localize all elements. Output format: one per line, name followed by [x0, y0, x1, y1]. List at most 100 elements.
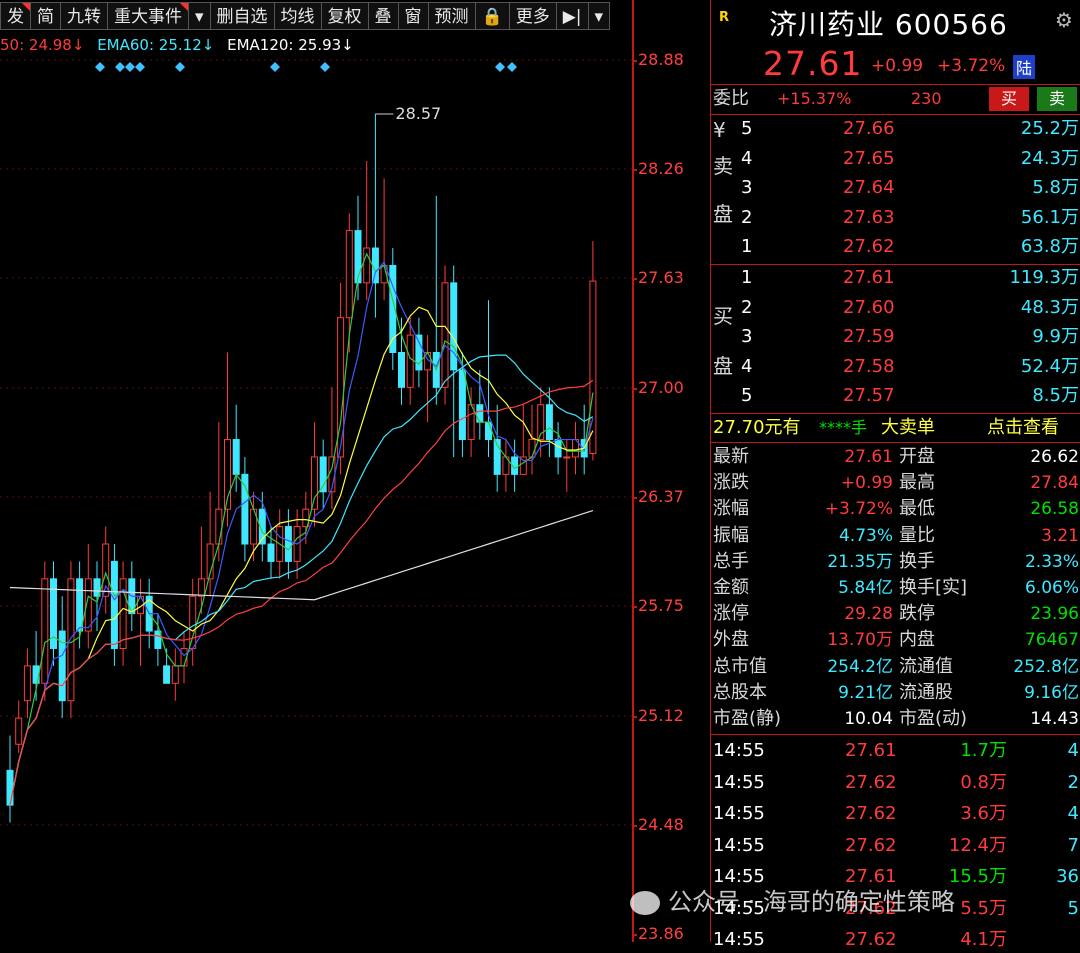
stat-label: 总股本	[713, 681, 767, 703]
tick-mark	[632, 934, 637, 936]
stat-value: +0.99	[840, 473, 893, 494]
stat-label: 量比	[899, 524, 935, 546]
candle-body	[345, 230, 353, 319]
stat-value: 5.84亿	[838, 578, 893, 598]
order-book-row[interactable]: 3 27.64 5.8万	[711, 175, 1080, 201]
candle-body	[441, 282, 449, 388]
stat-label: 跌停	[899, 603, 935, 625]
kline-canvas: 28.57	[0, 59, 632, 826]
tick-count: 7	[1067, 834, 1079, 856]
stat-label: 金额	[713, 577, 749, 598]
stat-label: 换手[实]	[899, 577, 968, 598]
stat-value: +3.72%	[824, 499, 893, 520]
stat-value: 2.33%	[1024, 551, 1079, 572]
stat-value: 9.21亿	[838, 682, 893, 703]
level-price: 27.59	[843, 326, 895, 348]
tick-mark	[632, 388, 637, 390]
level-volume: 48.3万	[1020, 296, 1079, 318]
tick-mark	[632, 169, 637, 171]
candle-body	[232, 439, 240, 475]
price-tick: 27.63	[638, 268, 684, 287]
tick-volume: 12.4万	[948, 834, 1007, 856]
tick-count: 36	[1056, 866, 1079, 887]
candle-body	[284, 526, 292, 562]
weibi-label: 委比	[713, 88, 749, 109]
level-volume: 56.1万	[1020, 206, 1079, 228]
price-tick: 28.88	[638, 50, 684, 69]
stat-label: 涨停	[713, 603, 749, 625]
tick-time: 14:55	[713, 771, 765, 793]
moving-average-line	[9, 306, 594, 806]
gear-icon[interactable]: ⚙	[1055, 8, 1073, 32]
high-marker-label: 28.57	[395, 104, 441, 123]
order-book-row[interactable]: 5 27.57 8.5万	[711, 383, 1080, 409]
stat-value: 9.16亿	[1024, 682, 1079, 703]
weibi-pct: +15.37%	[777, 89, 852, 108]
big-order-row[interactable]: 27.70元有 ****手 大卖单 点击查看	[711, 415, 1080, 441]
candle-body	[171, 665, 179, 684]
level-price: 27.57	[843, 385, 895, 407]
level-price: 27.61	[843, 267, 895, 288]
tick-count: 2	[1067, 771, 1079, 793]
order-book-row[interactable]: 3 27.59 9.9万	[711, 324, 1080, 350]
stat-value: 21.35万	[827, 551, 893, 572]
stat-row: 涨停 29.28 跌停 23.96	[711, 601, 1080, 627]
order-book-row[interactable]: 2 27.63 56.1万	[711, 205, 1080, 231]
stat-value: 29.28	[844, 604, 893, 625]
candle-body	[189, 595, 197, 649]
candle-body	[406, 334, 414, 388]
level: 2	[741, 206, 753, 228]
event-diamond-icon	[495, 62, 505, 72]
level: 5	[741, 385, 753, 407]
stat-label: 总市值	[713, 655, 767, 677]
buy-button[interactable]: 买	[989, 87, 1029, 111]
stat-row: 总市值 254.2亿 流通值 252.8亿	[711, 654, 1080, 680]
order-book-row[interactable]: 1 27.62 63.8万	[711, 234, 1080, 260]
price-change: +0.99	[871, 56, 924, 76]
tick-price: 27.62	[845, 929, 897, 950]
stat-value: 14.43	[1030, 709, 1079, 729]
wechat-icon	[630, 891, 660, 915]
r-icon: R	[719, 10, 730, 25]
stat-label: 市盈(静)	[713, 708, 782, 729]
stat-label: 涨幅	[713, 498, 749, 520]
level-price: 27.60	[843, 296, 895, 318]
tick-mark	[632, 60, 637, 62]
candle-body	[398, 351, 405, 388]
price-tick: 26.37	[638, 487, 684, 506]
order-book-row[interactable]: 2 27.60 48.3万	[711, 295, 1080, 321]
lu-badge[interactable]: 陆	[1013, 55, 1036, 79]
tick-volume: 1.7万	[960, 740, 1007, 761]
candle-body	[23, 665, 31, 702]
candle-body	[528, 439, 536, 458]
tick-count: 5	[1067, 897, 1079, 919]
price-tick: 27.00	[638, 378, 684, 397]
candle-body	[76, 578, 84, 632]
event-diamond-icon	[115, 62, 125, 72]
stat-value: 76467	[1024, 630, 1079, 651]
kline-chart[interactable]: 发简九转 重大事件 ▾ 删自选 均线 复权叠窗预测 🔒 更多 ▶| ▾ 50: 24.98↓ EM…	[0, 0, 632, 942]
price-tick: 25.75	[638, 596, 684, 615]
stat-label: 外盘	[713, 629, 749, 651]
candle-body	[519, 456, 527, 475]
candle-body	[215, 508, 223, 545]
candle-body	[476, 404, 484, 423]
level-price: 27.63	[843, 206, 895, 228]
tick-time: 14:55	[713, 834, 765, 856]
big-order-link[interactable]: 点击查看	[987, 415, 1059, 441]
stat-row: 振幅 4.73% 量比 3.21	[711, 523, 1080, 549]
candle-body	[6, 769, 14, 806]
sell-button[interactable]: 卖	[1037, 87, 1077, 111]
tick-price: 27.61	[845, 740, 897, 761]
candle-body	[485, 421, 492, 441]
order-book-row[interactable]: 4 27.65 24.3万	[711, 146, 1080, 172]
candle-body	[545, 404, 553, 441]
order-book-row[interactable]: 1 27.61 119.3万	[711, 265, 1080, 291]
tick-time: 14:55	[713, 803, 765, 824]
level: 4	[741, 147, 753, 169]
level: 3	[741, 177, 753, 199]
price-tick: 28.26	[638, 159, 684, 178]
order-book-row[interactable]: 5 27.66 25.2万	[711, 116, 1080, 142]
order-book-row[interactable]: 4 27.58 52.4万	[711, 354, 1080, 380]
candle-body	[267, 543, 275, 562]
